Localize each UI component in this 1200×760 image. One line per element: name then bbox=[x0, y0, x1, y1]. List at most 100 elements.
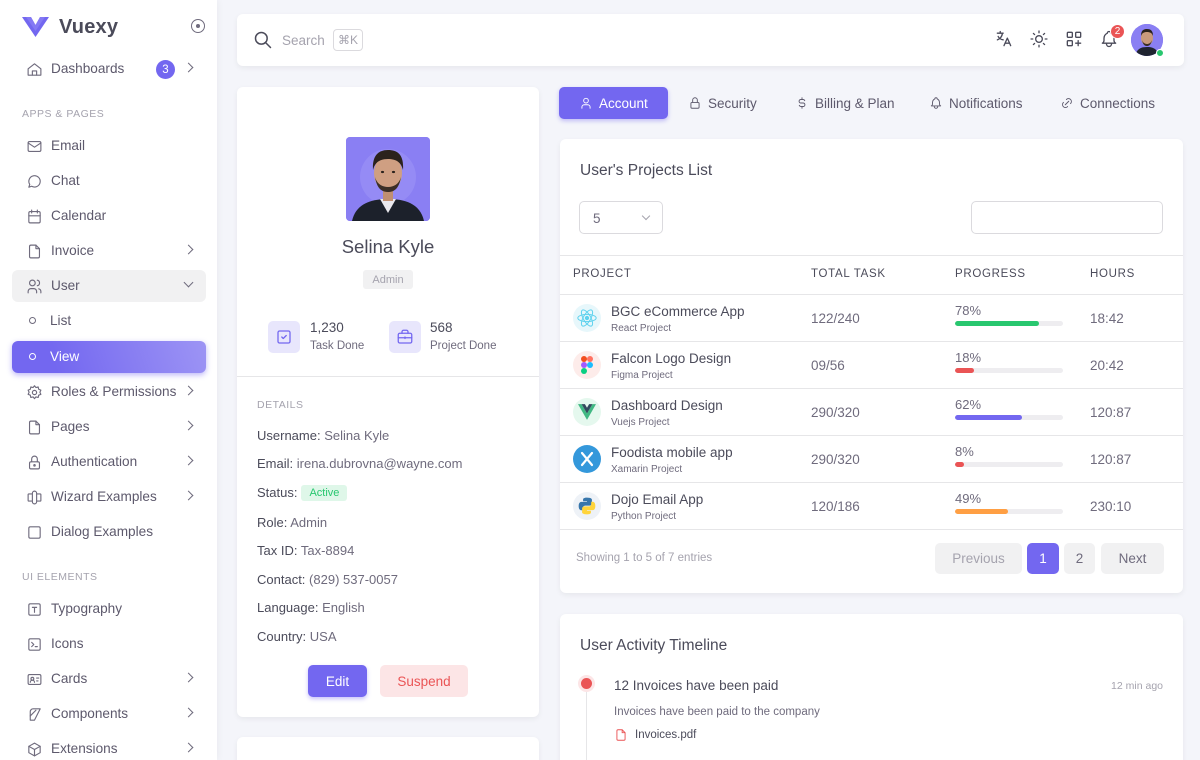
page-size-value: 5 bbox=[593, 211, 601, 226]
timeline-attachment[interactable]: Invoices.pdf bbox=[614, 728, 696, 742]
python-icon bbox=[573, 492, 601, 520]
plan-card bbox=[237, 737, 539, 760]
sidebar-item-invoice[interactable]: Invoice bbox=[12, 235, 206, 267]
chevron-down-icon bbox=[183, 277, 194, 288]
table-row[interactable]: Falcon Logo Design Figma Project 09/56 1… bbox=[560, 342, 1183, 389]
circle-icon bbox=[29, 353, 36, 360]
attachment-name: Invoices.pdf bbox=[635, 729, 697, 741]
projects-done-count: 568 bbox=[430, 320, 453, 335]
projects-search-input[interactable] bbox=[971, 201, 1163, 234]
sidebar-item-extensions[interactable]: Extensions bbox=[12, 733, 206, 760]
progress-bar bbox=[955, 462, 1063, 467]
detail-country: Country: USA bbox=[257, 629, 337, 644]
settings-icon bbox=[26, 384, 43, 401]
page-1-button[interactable]: 1 bbox=[1027, 543, 1059, 574]
sun-icon[interactable] bbox=[1028, 28, 1050, 50]
tab-label: Notifications bbox=[949, 95, 1023, 111]
detail-contact: Contact: (829) 537-0057 bbox=[257, 572, 398, 587]
sidebar-item-label: Calendar bbox=[51, 208, 107, 223]
collapse-menu-icon[interactable] bbox=[191, 19, 205, 33]
check-square-icon bbox=[268, 321, 300, 353]
activity-timeline-card: User Activity Timeline 12 Invoices have … bbox=[560, 614, 1183, 760]
page-size-select[interactable]: 5 bbox=[579, 201, 663, 234]
total-task: 120/186 bbox=[811, 499, 860, 514]
detail-language: Language: English bbox=[257, 600, 365, 615]
divider bbox=[560, 255, 1183, 256]
project-name: Dashboard Design bbox=[611, 398, 723, 413]
chevron-right-icon bbox=[183, 62, 194, 73]
sidebar-item-wizard-examples[interactable]: Wizard Examples bbox=[12, 481, 206, 513]
sidebar-item-cards[interactable]: Cards bbox=[12, 663, 206, 695]
vue-icon bbox=[573, 398, 601, 426]
project-name: Falcon Logo Design bbox=[611, 351, 732, 366]
column-header-total-task[interactable]: TOTAL TASK bbox=[811, 268, 886, 280]
column-header-hours[interactable]: HOURS bbox=[1090, 268, 1135, 280]
search-input[interactable]: Search bbox=[282, 33, 325, 48]
tab-connections[interactable]: Connections bbox=[1060, 87, 1155, 119]
sidebar-item-pages[interactable]: Pages bbox=[12, 411, 206, 443]
users-icon bbox=[26, 278, 43, 295]
column-header-progress[interactable]: PROGRESS bbox=[955, 268, 1026, 280]
detail-tax-id: Tax ID: Tax-8894 bbox=[257, 543, 354, 558]
typography-icon bbox=[26, 601, 43, 618]
project-type: Python Project bbox=[611, 511, 677, 522]
sidebar-item-user-list[interactable]: List bbox=[12, 305, 206, 337]
detail-username: Username: Selina Kyle bbox=[257, 428, 389, 443]
sidebar-item-user[interactable]: User bbox=[12, 270, 206, 302]
previous-page-button[interactable]: Previous bbox=[935, 543, 1022, 574]
chevron-right-icon bbox=[183, 244, 194, 255]
brand[interactable]: Vuexy bbox=[22, 14, 118, 40]
column-header-project[interactable]: PROJECT bbox=[573, 268, 632, 280]
table-row[interactable]: BGC eCommerce App React Project 122/240 … bbox=[560, 295, 1183, 342]
detail-email: Email: irena.dubrovna@wayne.com bbox=[257, 456, 462, 471]
table-row[interactable]: Foodista mobile app Xamarin Project 290/… bbox=[560, 436, 1183, 483]
sidebar-item-dialog-examples[interactable]: Dialog Examples bbox=[12, 516, 206, 548]
hours: 18:42 bbox=[1090, 311, 1124, 326]
sidebar-item-label: Dialog Examples bbox=[51, 524, 153, 539]
calendar-icon bbox=[26, 208, 43, 225]
user-full-name: Selina Kyle bbox=[341, 236, 435, 257]
sidebar-item-label: Authentication bbox=[51, 454, 138, 469]
sidebar-item-components[interactable]: Components bbox=[12, 698, 206, 730]
sidebar-item-authentication[interactable]: Authentication bbox=[12, 446, 206, 478]
sidebar-item-calendar[interactable]: Calendar bbox=[12, 200, 206, 232]
sidebar-item-roles-permissions[interactable]: Roles & Permissions bbox=[12, 376, 206, 408]
sidebar-item-user-view[interactable]: View bbox=[12, 341, 206, 373]
pagination-info: Showing 1 to 5 of 7 entries bbox=[576, 552, 713, 564]
lock-icon bbox=[690, 97, 700, 109]
sidebar-item-label: List bbox=[50, 313, 72, 328]
table-row[interactable]: Dashboard Design Vuejs Project 290/320 6… bbox=[560, 389, 1183, 436]
tab-notifications[interactable]: Notifications bbox=[929, 87, 1023, 119]
detail-role: Role: Admin bbox=[257, 515, 327, 530]
progress-percent: 78% bbox=[955, 303, 982, 318]
edit-button[interactable]: Edit bbox=[308, 665, 367, 697]
chat-bubble-icon bbox=[26, 173, 43, 190]
tab-security[interactable]: Security bbox=[688, 87, 757, 119]
search-icon[interactable] bbox=[253, 30, 273, 50]
table-row[interactable]: Dojo Email App Python Project 120/186 49… bbox=[560, 483, 1183, 530]
sidebar-item-typography[interactable]: Typography bbox=[12, 593, 206, 625]
tab-label: Billing & Plan bbox=[815, 95, 895, 111]
detail-value: Admin bbox=[290, 515, 328, 530]
sidebar-item-dashboards[interactable]: Dashboards 3 bbox=[12, 53, 206, 85]
detail-label: Tax ID: bbox=[257, 543, 298, 558]
sidebar-item-email[interactable]: Email bbox=[12, 130, 206, 162]
tab-billing-plan[interactable]: Billing & Plan bbox=[795, 87, 895, 119]
tab-account[interactable]: Account bbox=[559, 87, 668, 119]
online-status-dot bbox=[1156, 49, 1164, 57]
total-task: 290/320 bbox=[811, 452, 860, 467]
suspend-button[interactable]: Suspend bbox=[380, 665, 468, 697]
timeline-event-description: Invoices have been paid to the company bbox=[614, 706, 820, 718]
project-name: Dojo Email App bbox=[611, 492, 704, 507]
sidebar-item-icons[interactable]: Icons bbox=[12, 628, 206, 660]
next-page-button[interactable]: Next bbox=[1101, 543, 1164, 574]
sidebar-item-label: Extensions bbox=[51, 741, 118, 756]
timeline-card-title: User Activity Timeline bbox=[580, 637, 728, 654]
box-icon bbox=[26, 741, 43, 758]
hours: 20:42 bbox=[1090, 358, 1124, 373]
shortcuts-grid-icon[interactable] bbox=[1063, 28, 1085, 50]
sidebar-item-chat[interactable]: Chat bbox=[12, 165, 206, 197]
page-2-button[interactable]: 2 bbox=[1064, 543, 1095, 574]
divider bbox=[560, 529, 1183, 530]
language-icon[interactable] bbox=[993, 28, 1015, 50]
